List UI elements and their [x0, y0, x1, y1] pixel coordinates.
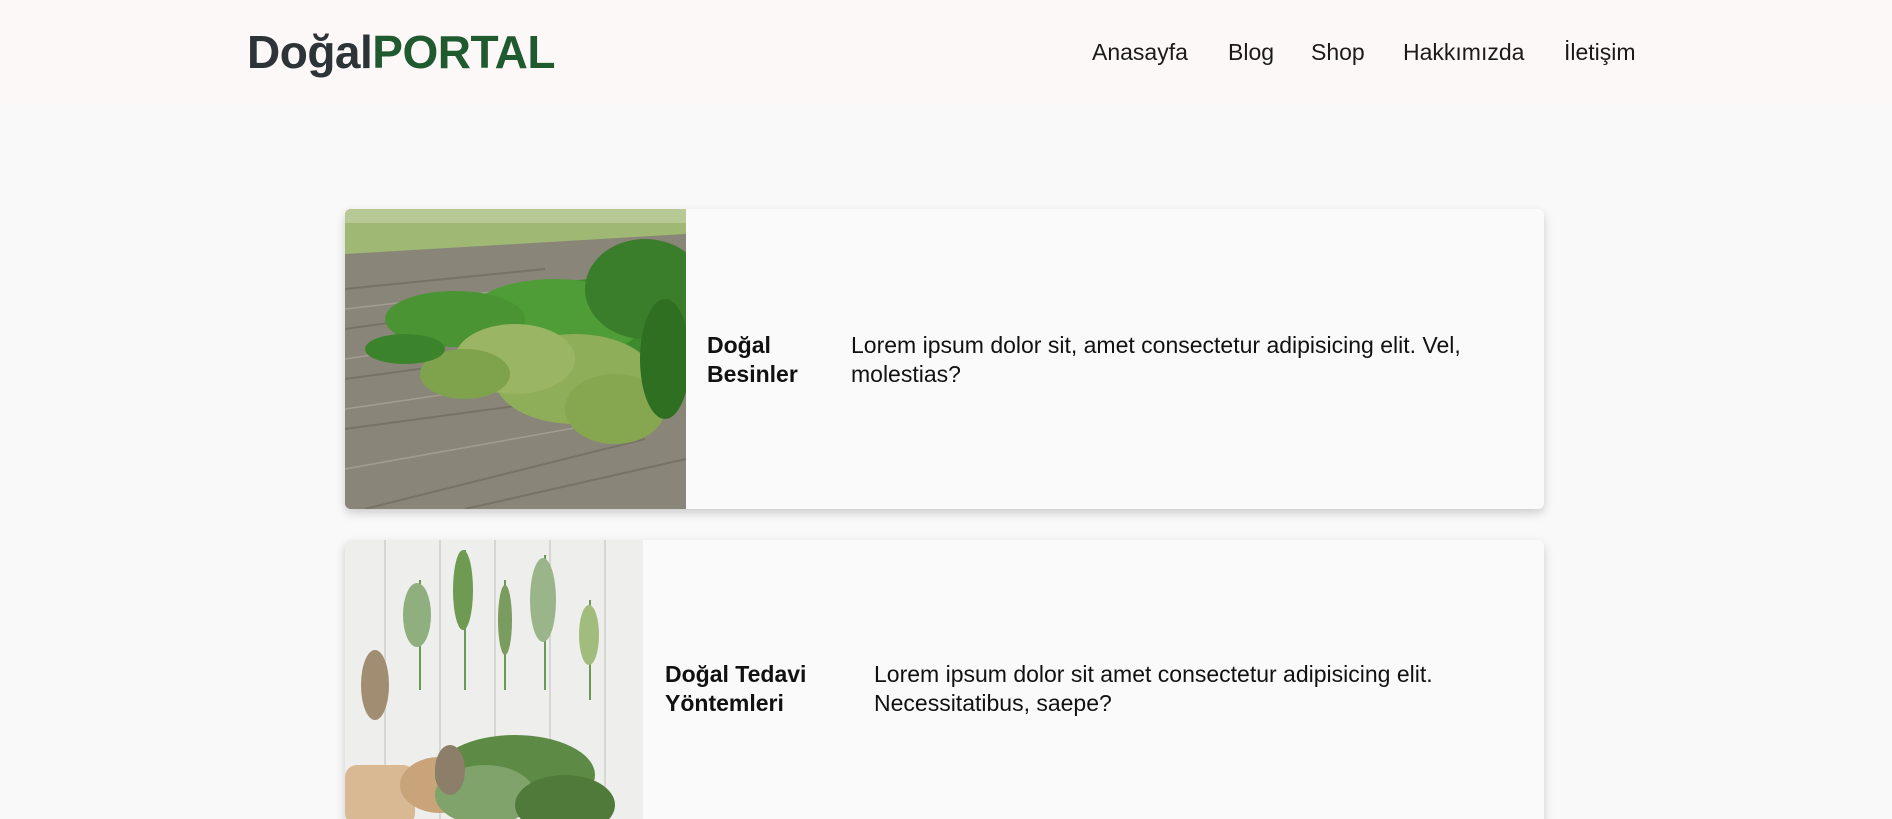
- site-header: DoğalPORTAL Anasayfa Blog Shop Hakkımızd…: [0, 0, 1892, 105]
- main-nav: Anasayfa Blog Shop Hakkımızda İletişim: [0, 36, 1892, 68]
- card-natural-foods[interactable]: Doğal Besinler Lorem ipsum dolor sit, am…: [345, 209, 1544, 509]
- herbs-on-white-wood-image: [345, 540, 643, 819]
- card-description: Lorem ipsum dolor sit, amet consectetur …: [851, 332, 1461, 387]
- herb-bunch-on-wood-image: [345, 209, 686, 509]
- card-title: Doğal Besinler: [707, 332, 798, 387]
- nav-link-about[interactable]: Hakkımızda: [1403, 36, 1524, 68]
- nav-link-blog[interactable]: Blog: [1228, 36, 1274, 68]
- nav-link-home[interactable]: Anasayfa: [1092, 36, 1188, 68]
- card-natural-treatments[interactable]: Doğal Tedavi Yöntemleri Lorem ipsum dolo…: [345, 540, 1544, 819]
- nav-link-shop[interactable]: Shop: [1311, 36, 1365, 68]
- card-title: Doğal Tedavi Yöntemleri: [665, 661, 807, 716]
- nav-link-contact[interactable]: İletişim: [1564, 36, 1636, 68]
- card-description: Lorem ipsum dolor sit amet consectetur a…: [874, 661, 1433, 716]
